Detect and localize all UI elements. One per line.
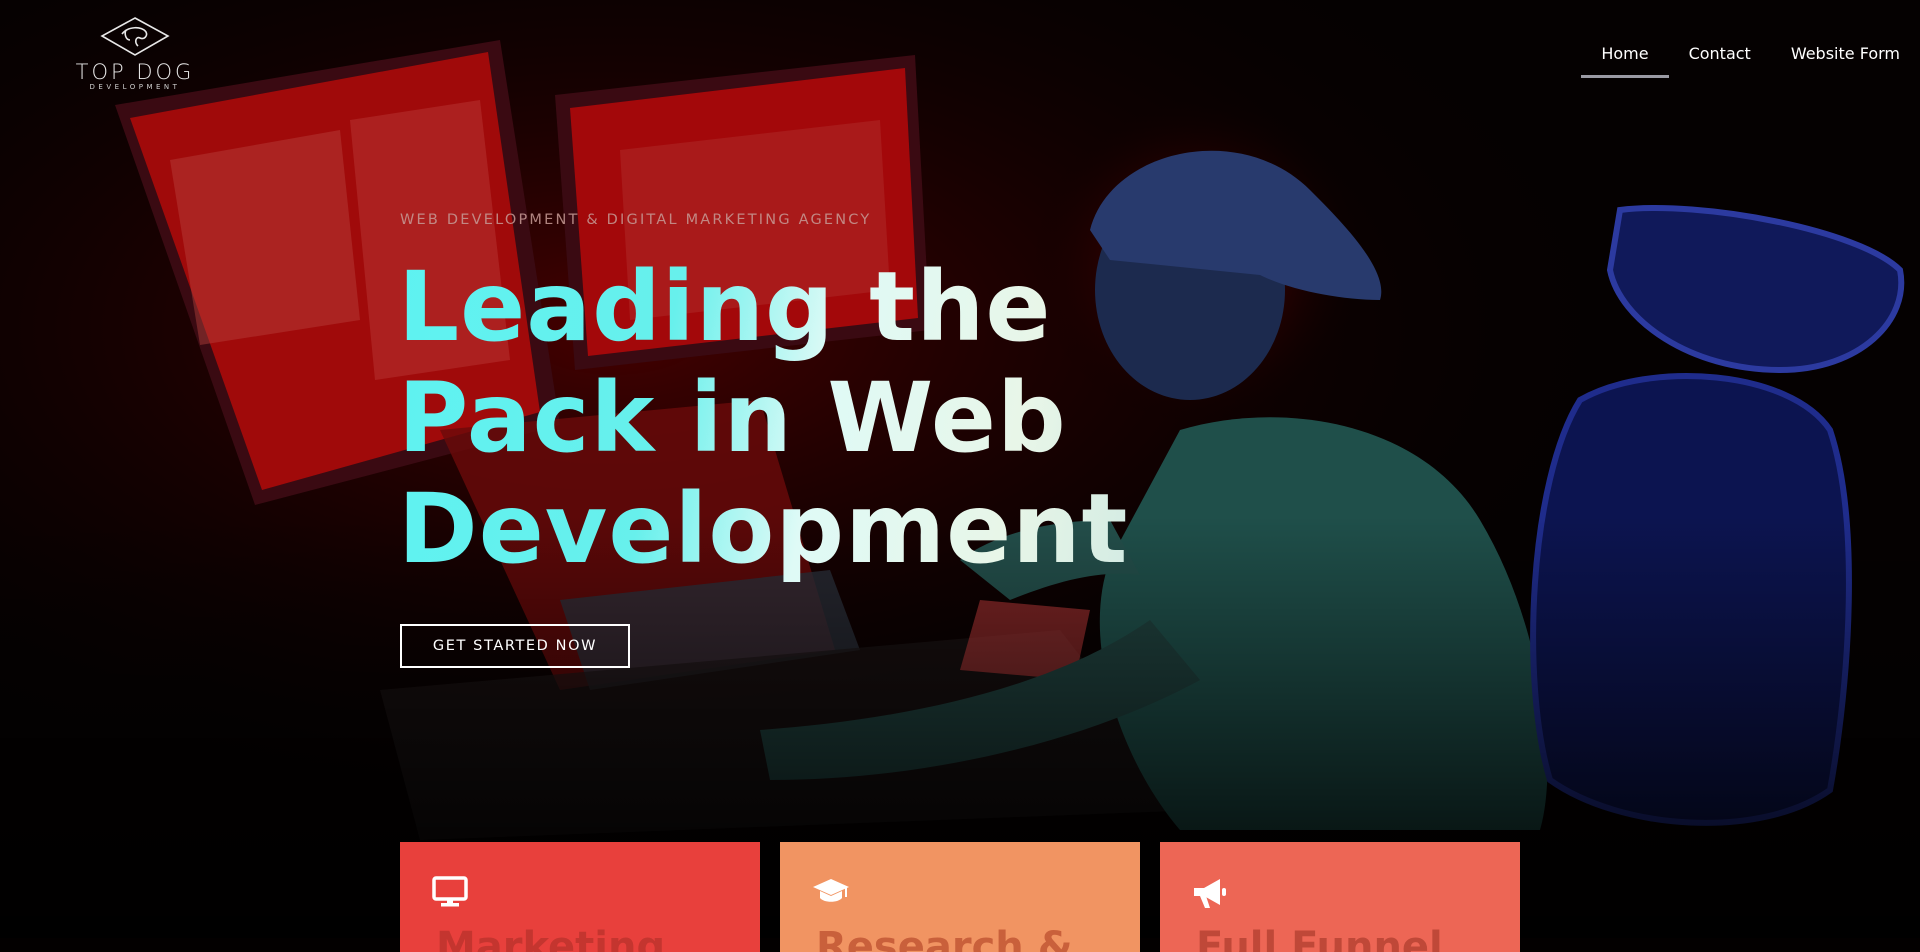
service-card-full-funnel[interactable]: Full Funnel <box>1160 842 1520 952</box>
main-nav: Home Contact Website Form <box>1581 28 1920 80</box>
nav-item-home[interactable]: Home <box>1581 28 1669 78</box>
service-card-research[interactable]: Research & <box>780 842 1140 952</box>
nav-item-website-form[interactable]: Website Form <box>1771 28 1920 78</box>
hero-headline-line: Development <box>398 473 1129 585</box>
monitor-icon <box>432 876 468 907</box>
service-card-title: Research & <box>816 924 1073 952</box>
logo-tagline: DEVELOPMENT <box>89 83 181 91</box>
service-card-title: Full Funnel <box>1196 924 1443 952</box>
site-logo[interactable]: TOP DOG DEVELOPMENT <box>70 16 200 92</box>
logo-wordmark: TOP DOG <box>75 60 195 84</box>
nav-item-contact[interactable]: Contact <box>1669 28 1771 78</box>
get-started-button[interactable]: GET STARTED NOW <box>400 624 630 668</box>
hero-headline-line: Leading the <box>398 251 1052 363</box>
hero-headline: Leading the Pack in Web Development <box>398 252 1158 585</box>
service-card-marketing[interactable]: Marketing <box>400 842 760 952</box>
graduation-cap-icon <box>813 879 849 902</box>
dog-logo-icon <box>100 17 170 56</box>
service-card-title: Marketing <box>436 924 666 952</box>
hero-headline-line: Pack in Web <box>398 362 1067 474</box>
hero-eyebrow: WEB DEVELOPMENT & DIGITAL MARKETING AGEN… <box>400 212 872 228</box>
megaphone-icon <box>1194 879 1226 908</box>
